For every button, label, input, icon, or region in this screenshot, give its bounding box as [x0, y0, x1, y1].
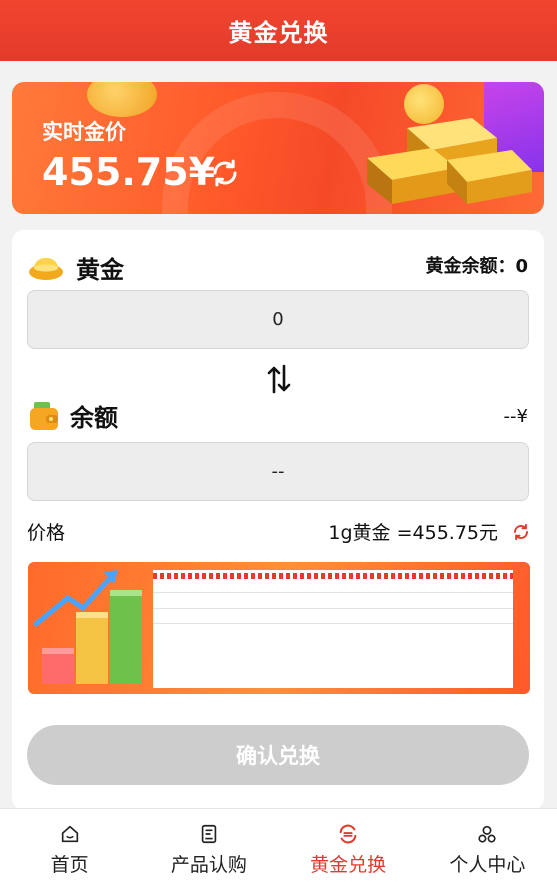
- promo-table-border: [153, 573, 513, 579]
- confirm-exchange-button[interactable]: 确认兑换: [27, 725, 529, 785]
- realtime-price-value: 455.75¥: [42, 150, 216, 194]
- home-icon: [61, 825, 78, 843]
- gold-amount-input[interactable]: 0: [27, 290, 529, 349]
- gold-bars-image: [367, 118, 532, 204]
- balance-value: --¥: [503, 406, 528, 427]
- balance-section-title: 余额: [28, 398, 118, 433]
- bottom-tab-bar: 首页 产品认购 黄金兑换 个人中心: [0, 808, 557, 885]
- tab-label: 首页: [50, 854, 89, 876]
- table-divider: [153, 623, 513, 624]
- tab-label: 个人中心: [449, 854, 526, 876]
- swap-arrows-icon[interactable]: [264, 362, 294, 396]
- exchange-icon: [339, 824, 357, 844]
- table-divider: [153, 608, 513, 609]
- tab-personal-center[interactable]: 个人中心: [418, 809, 557, 885]
- realtime-price-label: 实时金价: [42, 120, 126, 144]
- app-header: 黄金兑换: [0, 0, 557, 61]
- exchange-card: 黄金 黄金余额：0 0 余额 --¥ -- 价格 1g黄金 =455.75元 确…: [12, 230, 544, 810]
- tab-product-subscription[interactable]: 产品认购: [139, 809, 278, 885]
- price-label: 价格: [27, 522, 66, 544]
- tab-label: 产品认购: [170, 854, 247, 876]
- page-title: 黄金兑换: [228, 19, 329, 47]
- wallet-icon: [30, 401, 58, 430]
- refresh-icon[interactable]: [512, 523, 530, 541]
- tab-label: 黄金兑换: [310, 854, 387, 876]
- tab-home[interactable]: 首页: [0, 809, 139, 885]
- refresh-icon[interactable]: [210, 158, 240, 188]
- banner-decoration: [87, 82, 157, 117]
- gold-ingot-icon: [29, 257, 63, 280]
- gold-price-banner: 实时金价 455.75¥: [12, 82, 544, 214]
- promo-image: [28, 562, 530, 694]
- promo-table: [153, 570, 513, 688]
- table-divider: [153, 592, 513, 593]
- balance-amount-input[interactable]: --: [27, 442, 529, 501]
- document-icon: [201, 824, 217, 844]
- user-icon: [478, 825, 496, 843]
- balance-title-label: 余额: [70, 404, 118, 432]
- growth-bars-icon: [33, 570, 142, 684]
- price-row: 价格 1g黄金 =455.75元: [27, 518, 530, 545]
- price-value: 1g黄金 =455.75元: [328, 522, 498, 544]
- tab-gold-exchange[interactable]: 黄金兑换: [279, 809, 418, 885]
- gold-title-label: 黄金: [76, 256, 124, 284]
- gold-section-title: 黄金: [28, 250, 124, 285]
- gold-balance-label: 黄金余额：0: [425, 256, 528, 277]
